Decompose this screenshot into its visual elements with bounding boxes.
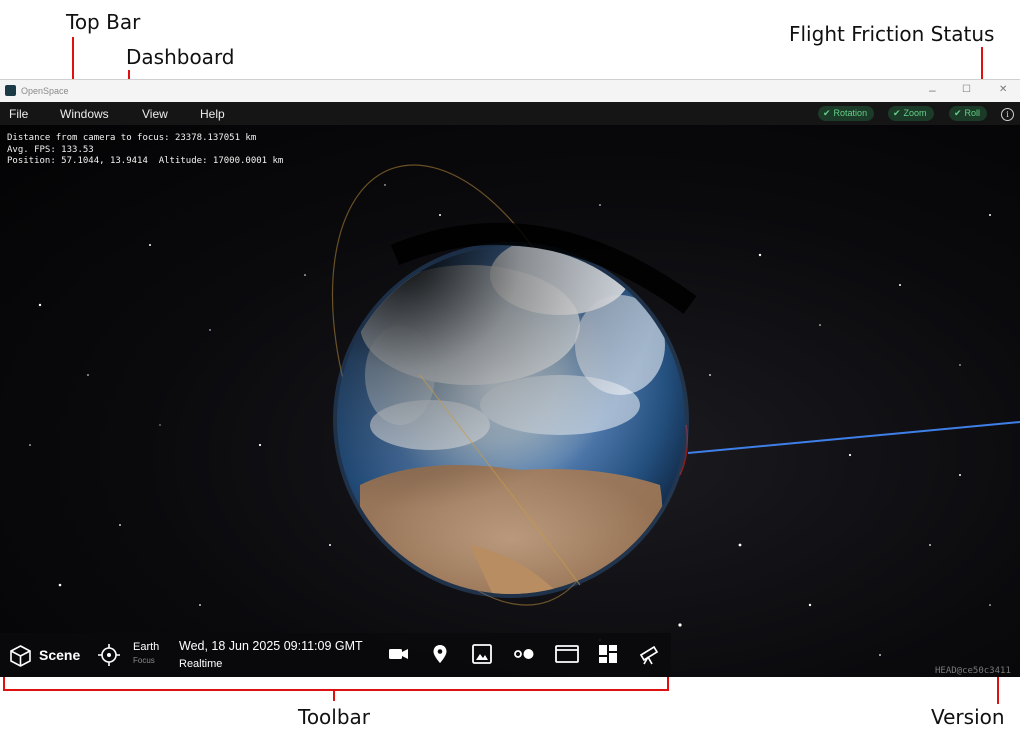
- focus-name[interactable]: Earth: [133, 641, 159, 653]
- info-icon[interactable]: i: [1001, 108, 1014, 121]
- maximize-button[interactable]: ☐: [962, 84, 971, 95]
- dashboard: Distance from camera to focus: 23378.137…: [7, 133, 283, 168]
- friction-zoom-toggle[interactable]: ✔ Zoom: [888, 106, 934, 121]
- earth-globe[interactable]: [330, 222, 700, 613]
- dashboard-annotation: Dashboard: [126, 45, 235, 69]
- version-label: HEAD@ce50c3411: [935, 666, 1011, 676]
- toolbar-bracket-right: [667, 676, 669, 691]
- dashboard-fps: Avg. FPS: 133.53: [7, 144, 94, 155]
- version-annotation-line: [997, 676, 999, 704]
- menu-windows[interactable]: Windows: [60, 107, 109, 121]
- scene-button[interactable]: Scene: [39, 647, 80, 663]
- dashboard-distance: Distance from camera to focus: 23378.137…: [7, 133, 257, 143]
- app-logo-icon: [5, 85, 16, 96]
- menu-help[interactable]: Help: [200, 107, 225, 121]
- top-bar: File Windows View Help ✔ Rotation ✔ Zoom ✔…: [0, 102, 1020, 125]
- friction-rotation-toggle[interactable]: ✔ Rotation: [818, 106, 875, 121]
- version-annotation: Version: [931, 705, 1005, 729]
- menu-file[interactable]: File: [9, 107, 28, 121]
- window-title: OpenSpace: [21, 86, 69, 96]
- space-scene: [29, 164, 1020, 656]
- crosshair-icon[interactable]: [98, 644, 120, 666]
- dots-icon[interactable]: [513, 643, 535, 665]
- toolbar-bracket-stem: [333, 689, 335, 701]
- window-titlebar[interactable]: OpenSpace – ☐ ✕: [0, 80, 1020, 102]
- check-icon: ✔: [893, 108, 901, 118]
- window-icon[interactable]: [555, 643, 579, 665]
- layout-icon[interactable]: [597, 643, 619, 665]
- check-icon: ✔: [954, 108, 962, 118]
- telescope-icon[interactable]: [638, 643, 660, 665]
- cube-icon[interactable]: [10, 645, 31, 667]
- dashboard-position: Position: 57.1044, 13.9414 Altitude: 170…: [7, 156, 284, 166]
- time-mode[interactable]: Realtime: [179, 658, 222, 670]
- check-icon: ✔: [823, 108, 831, 118]
- toolbar-annotation: Toolbar: [298, 705, 371, 729]
- close-button[interactable]: ✕: [999, 84, 1007, 95]
- flight-friction-annotation: Flight Friction Status: [789, 22, 995, 46]
- friction-rotation-label: Rotation: [833, 108, 868, 118]
- minimize-button[interactable]: –: [929, 83, 936, 97]
- friction-zoom-label: Zoom: [903, 108, 927, 118]
- toolbar: Scene Earth Focus Wed, 18 Jun 2025 09:11…: [0, 633, 671, 677]
- image-icon[interactable]: [471, 643, 493, 665]
- render-viewport[interactable]: Distance from camera to focus: 23378.137…: [0, 125, 1020, 677]
- toolbar-bracket-bottom: [3, 689, 669, 691]
- trajectory-line: [687, 421, 1020, 454]
- friction-roll-toggle[interactable]: ✔ Roll: [949, 106, 988, 121]
- top-bar-annotation: Top Bar: [66, 10, 141, 34]
- date-time-display[interactable]: Wed, 18 Jun 2025 09:11:09 GMT: [179, 639, 363, 653]
- camera-icon[interactable]: [388, 643, 410, 665]
- openspace-window: OpenSpace – ☐ ✕ File Windows View Help ✔…: [0, 79, 1020, 677]
- focus-caption: Focus: [133, 656, 155, 665]
- location-pin-icon[interactable]: [429, 643, 451, 665]
- menu-view[interactable]: View: [142, 107, 168, 121]
- friction-roll-label: Roll: [964, 108, 981, 118]
